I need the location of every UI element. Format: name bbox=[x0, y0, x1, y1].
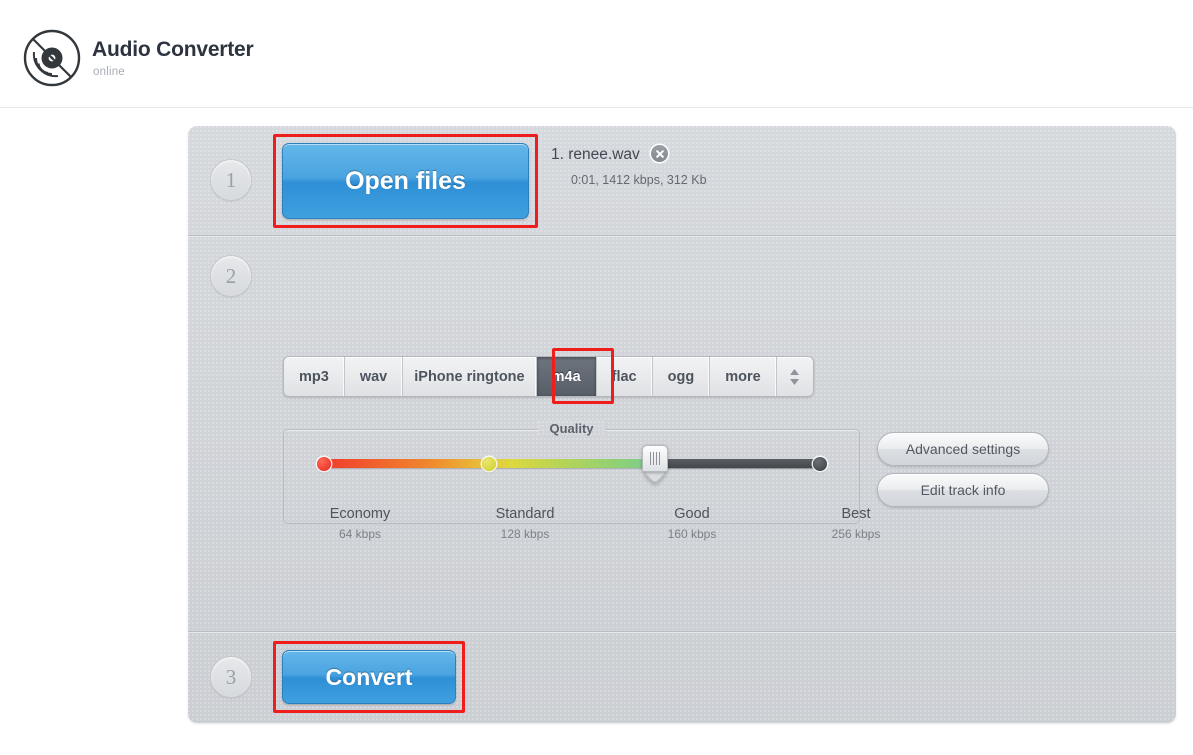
quality-tick-good: Good 160 kbps bbox=[632, 506, 752, 541]
format-tab-flac[interactable]: flac bbox=[597, 357, 653, 396]
format-tab-wav[interactable]: wav bbox=[345, 357, 404, 396]
quality-slider-handle[interactable] bbox=[642, 445, 668, 485]
tick-bitrate: 256 kbps bbox=[831, 527, 881, 541]
brand-subtitle: online bbox=[93, 66, 125, 78]
edit-track-info-button[interactable]: Edit track info bbox=[877, 473, 1049, 507]
close-circle-icon[interactable] bbox=[651, 145, 669, 162]
tick-label: Good bbox=[674, 506, 710, 522]
slider-marker-best bbox=[813, 456, 827, 471]
quality-tick-economy: Economy 64 kbps bbox=[300, 506, 420, 541]
convert-button[interactable]: Convert bbox=[282, 650, 456, 704]
slider-remaining-track bbox=[654, 459, 822, 468]
handle-grip-icon bbox=[650, 452, 661, 465]
step-number-3: 3 bbox=[210, 656, 252, 698]
page-header: Audio Converter online bbox=[0, 0, 1193, 108]
step-3-section: 3 Convert bbox=[188, 631, 1176, 723]
up-down-arrows-icon[interactable] bbox=[777, 357, 813, 396]
step-number-2: 2 bbox=[210, 255, 252, 297]
file-name: renee.wav bbox=[568, 146, 640, 163]
tick-bitrate: 160 kbps bbox=[667, 527, 717, 541]
step-number-1: 1 bbox=[210, 159, 252, 201]
quality-tick-standard: Standard 128 kbps bbox=[465, 506, 585, 541]
format-tab-mp3[interactable]: mp3 bbox=[284, 357, 345, 396]
slider-marker-economy bbox=[317, 456, 331, 471]
format-tab-more[interactable]: more bbox=[710, 357, 777, 396]
format-selector: mp3 wav iPhone ringtone m4a flac ogg mor… bbox=[283, 356, 814, 397]
tick-label: Economy bbox=[329, 506, 391, 522]
tick-bitrate: 128 kbps bbox=[500, 527, 550, 541]
quality-legend: Quality bbox=[537, 421, 605, 436]
advanced-settings-button[interactable]: Advanced settings bbox=[877, 432, 1049, 466]
quality-slider[interactable]: Economy 64 kbps Standard 128 kbps Good 1… bbox=[317, 445, 880, 541]
format-tab-ogg[interactable]: ogg bbox=[653, 357, 711, 396]
format-tab-m4a[interactable]: m4a bbox=[536, 357, 597, 396]
file-metadata: 0:01, 1412 kbps, 312 Kb bbox=[571, 173, 707, 187]
converter-panel: 1 Open files 1. renee.wav 0:01, 1412 kbp… bbox=[188, 126, 1176, 723]
brand-title: Audio Converter bbox=[92, 38, 254, 61]
tick-bitrate: 64 kbps bbox=[338, 527, 382, 541]
quality-tick-best: Best 256 kbps bbox=[796, 506, 916, 541]
open-files-button[interactable]: Open files bbox=[282, 143, 529, 219]
quality-fieldset: Quality Economy 64 kbps Standard 128 kbp… bbox=[283, 421, 880, 541]
file-list-item: 1. renee.wav bbox=[551, 145, 669, 164]
format-tab-iphone-ringtone[interactable]: iPhone ringtone bbox=[403, 357, 537, 396]
step-2-section: 2 mp3 wav iPhone ringtone m4a flac ogg m… bbox=[188, 235, 1176, 631]
step-1-section: 1 Open files 1. renee.wav 0:01, 1412 kbp… bbox=[188, 126, 1176, 235]
vinyl-record-icon bbox=[22, 28, 82, 88]
file-index: 1. bbox=[551, 146, 564, 163]
tick-label: Best bbox=[841, 506, 871, 522]
slider-marker-standard bbox=[482, 456, 496, 471]
tick-label: Standard bbox=[495, 506, 555, 522]
